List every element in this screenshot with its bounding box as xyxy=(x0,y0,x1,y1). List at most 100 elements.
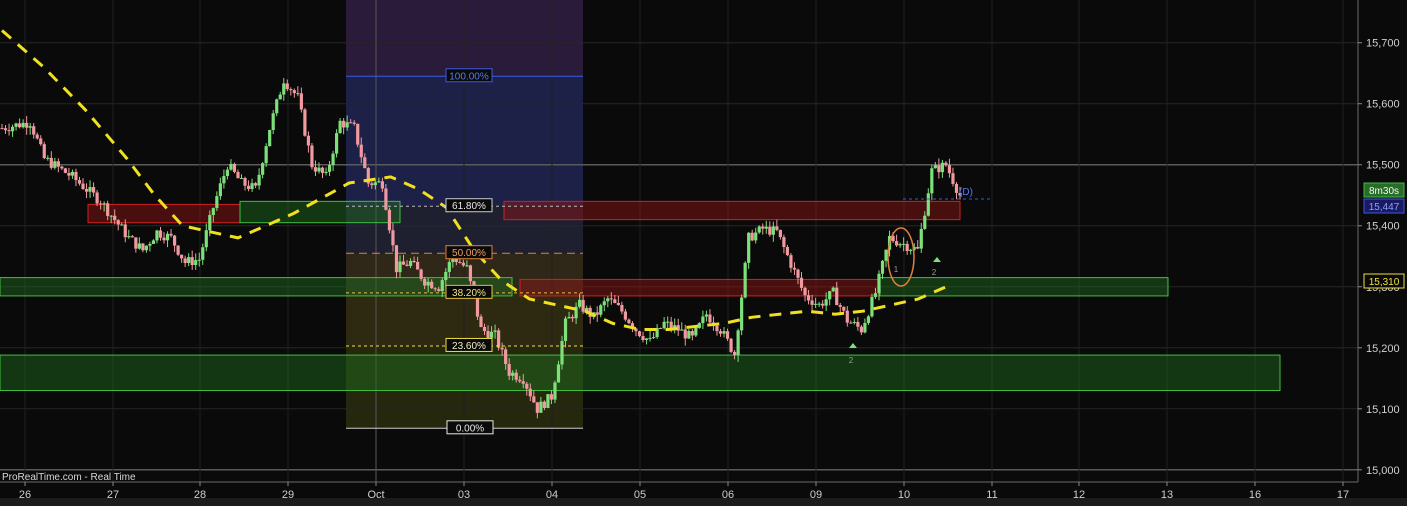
candle-body xyxy=(732,351,737,355)
candle-body xyxy=(680,329,684,331)
candle-body xyxy=(796,269,800,278)
fib-label: 38.20% xyxy=(452,288,486,299)
candle-body xyxy=(423,278,427,286)
candle-body xyxy=(134,237,138,249)
candle-body xyxy=(507,363,511,376)
candle-body xyxy=(338,120,342,134)
candle-body xyxy=(835,287,839,306)
candle-body xyxy=(821,303,825,306)
candle-body xyxy=(620,304,624,312)
candle-body xyxy=(352,122,356,124)
y-tick-label: 15,000 xyxy=(1366,465,1400,477)
candle-body xyxy=(25,122,29,128)
candle-body xyxy=(616,303,620,305)
candle-body xyxy=(35,134,39,139)
candle-body xyxy=(261,163,265,175)
candle-body xyxy=(426,281,430,286)
candle-body xyxy=(905,243,909,251)
candle-body xyxy=(581,299,585,312)
watermark: ProRealTime.com - Real Time xyxy=(2,472,136,483)
candle-body xyxy=(909,249,913,251)
candle-body xyxy=(461,262,465,266)
candle-body xyxy=(532,396,536,403)
candle-body xyxy=(729,338,733,352)
candle-body xyxy=(208,215,212,231)
candle-body xyxy=(239,177,244,179)
candle-body xyxy=(201,247,205,260)
candle-body xyxy=(810,300,814,305)
fib-label: 61.80% xyxy=(452,201,486,212)
candle-body xyxy=(722,331,726,334)
bottom-scrollbar[interactable] xyxy=(0,498,1407,506)
candle-body xyxy=(296,93,300,95)
candle-body xyxy=(306,135,311,146)
price-chart[interactable]: 100.00% 61.80% 50.00% 38.20% 23.60% 0.00% 15,… xyxy=(0,0,1407,506)
candle-body xyxy=(493,330,497,332)
candle-body xyxy=(271,113,275,130)
candle-body xyxy=(560,340,564,365)
candle-body xyxy=(648,337,652,339)
candle-body xyxy=(116,220,120,225)
candle-body xyxy=(268,129,272,147)
candle-body xyxy=(77,180,82,184)
candle-body xyxy=(863,322,867,333)
support-zone xyxy=(239,200,401,224)
candle-body xyxy=(514,372,518,380)
candle-body xyxy=(662,321,666,329)
candle-body xyxy=(842,306,846,311)
candle-body xyxy=(701,316,705,324)
candle-body xyxy=(222,176,226,184)
candle-body xyxy=(137,243,141,249)
candle-body xyxy=(856,321,860,327)
candle-body xyxy=(475,296,480,317)
candle-body xyxy=(465,265,469,267)
candle-body xyxy=(39,138,43,145)
candle-body xyxy=(895,241,899,246)
candle-body xyxy=(416,262,420,270)
candle-body xyxy=(542,401,546,408)
candle-body xyxy=(327,165,332,172)
candle-body xyxy=(81,183,85,189)
candle-body xyxy=(419,269,423,279)
axes: 15,00015,10015,20015,30015,40015,50015,6… xyxy=(0,0,1407,506)
candle-body xyxy=(683,329,687,339)
grid-lines xyxy=(0,0,1358,482)
candle-body xyxy=(771,226,775,235)
candle-body xyxy=(391,230,395,246)
candle-body xyxy=(412,260,416,263)
candle-body xyxy=(947,165,952,174)
candle-body xyxy=(504,349,508,364)
candle-body xyxy=(613,299,617,304)
candle-body xyxy=(828,291,832,300)
candle-body xyxy=(937,165,941,173)
candle-body xyxy=(158,230,163,238)
candle-body xyxy=(761,226,765,229)
candle-body xyxy=(644,338,649,341)
candle-body xyxy=(215,196,219,209)
timer-label: 8m30s xyxy=(1369,186,1399,197)
candle-body xyxy=(708,314,712,323)
candle-body xyxy=(176,245,180,255)
candle-body xyxy=(349,122,353,124)
candle-body xyxy=(46,157,50,159)
candle-body xyxy=(754,232,758,241)
candle-body xyxy=(313,167,318,172)
candle-body xyxy=(120,224,124,226)
candle-body xyxy=(546,394,550,408)
candle-body xyxy=(377,181,381,183)
candle-body xyxy=(511,372,515,376)
candle-body xyxy=(324,171,328,173)
candle-body xyxy=(236,171,240,179)
candle-body xyxy=(331,153,335,166)
candle-body xyxy=(398,261,402,273)
candle-body xyxy=(204,230,208,248)
candle-body xyxy=(197,259,201,261)
candle-body xyxy=(866,316,871,323)
candle-body xyxy=(704,314,709,317)
annotation-label: 2 xyxy=(932,268,937,277)
candle-body xyxy=(799,277,804,288)
candle-body xyxy=(0,128,4,130)
candle-body xyxy=(595,312,599,315)
candle-body xyxy=(42,144,46,159)
candle-body xyxy=(127,236,131,238)
